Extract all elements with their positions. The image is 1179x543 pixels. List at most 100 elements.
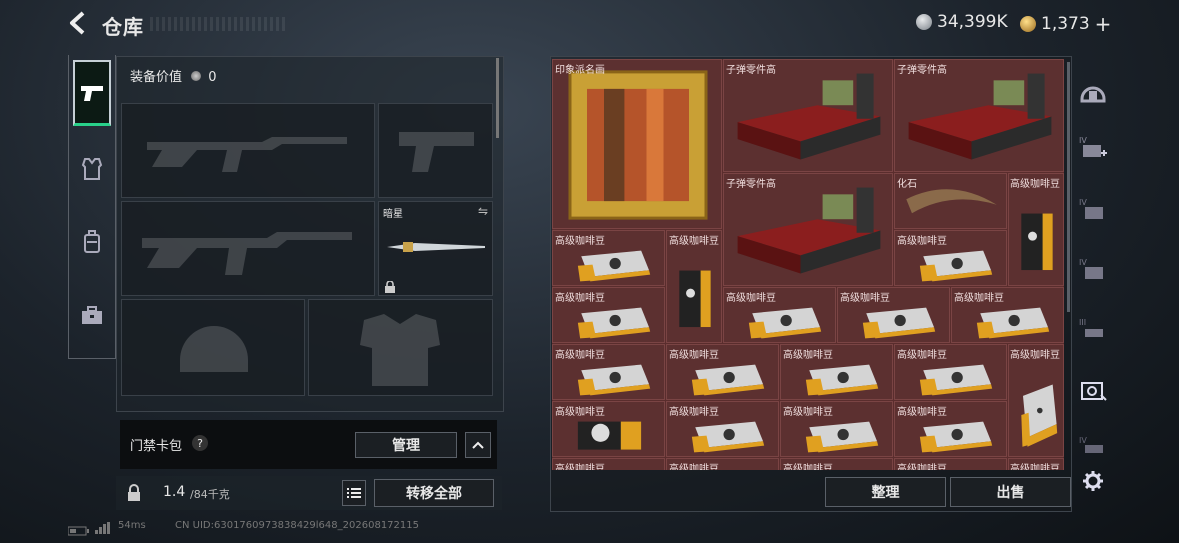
storage-item[interactable]: 高级咖啡豆 xyxy=(894,458,1007,470)
storage-item-name: 化石 xyxy=(897,179,917,190)
storage-item-name: 高级咖啡豆 xyxy=(555,350,605,361)
storage-item-name: 高级咖啡豆 xyxy=(1010,179,1060,190)
storage-item[interactable]: 子弹零件高 xyxy=(723,173,893,286)
armor-slot[interactable] xyxy=(308,299,493,396)
storage-item[interactable]: 高级咖啡豆 xyxy=(894,230,1007,286)
helmet-slot[interactable] xyxy=(121,299,305,396)
storage-item[interactable]: 高级咖啡豆 xyxy=(666,230,722,343)
primary-weapon-slot[interactable] xyxy=(121,103,375,198)
tab-backpack[interactable] xyxy=(73,223,111,261)
transfer-all-button[interactable]: 转移全部 xyxy=(374,479,494,507)
storage-item[interactable]: 高级咖啡豆 xyxy=(552,230,665,286)
rifle-icon xyxy=(142,232,352,275)
manage-button[interactable]: 管理 xyxy=(355,432,457,458)
swap-icon[interactable]: ⇋ xyxy=(478,204,488,218)
expand-button[interactable] xyxy=(465,432,491,458)
storage-item[interactable]: 高级咖啡豆 xyxy=(780,344,893,400)
lock-icon xyxy=(128,484,140,501)
briefcase-icon xyxy=(82,306,102,324)
side-safe-box[interactable] xyxy=(1078,375,1108,405)
loadout-scrollbar[interactable] xyxy=(496,58,499,138)
list-view-button[interactable] xyxy=(342,480,366,506)
gold-coin-icon xyxy=(1020,16,1036,32)
silver-coin-icon xyxy=(191,71,202,81)
storage-item[interactable]: 高级咖啡豆 xyxy=(894,344,1007,400)
storage-item[interactable]: 高级咖啡豆 xyxy=(1008,173,1064,286)
storage-item[interactable]: 高级咖啡豆 xyxy=(780,458,893,470)
safe-box-icon xyxy=(1081,382,1107,401)
settings-button[interactable] xyxy=(1078,466,1108,496)
ammo-parts-icon xyxy=(908,73,1052,160)
storage-item[interactable]: 高级咖啡豆 xyxy=(1008,344,1064,457)
storage-item-name: 子弹零件高 xyxy=(726,65,776,76)
storage-item[interactable]: 印象派名画 xyxy=(552,59,722,229)
storage-item[interactable]: 高级咖啡豆 xyxy=(951,287,1064,343)
storage-item[interactable]: 高级咖啡豆 xyxy=(666,401,779,457)
storage-item-name: 高级咖啡豆 xyxy=(555,293,605,304)
back-arrow-icon[interactable] xyxy=(66,10,92,36)
storage-item[interactable]: 高级咖啡豆 xyxy=(894,401,1007,457)
rifle-icon xyxy=(147,137,347,172)
storage-item-name: 高级咖啡豆 xyxy=(1010,350,1060,361)
signal-icon xyxy=(95,519,111,538)
help-icon[interactable]: ? xyxy=(192,435,208,451)
storage-item-name: 高级咖啡豆 xyxy=(897,407,947,418)
storage-item-name: 子弹零件高 xyxy=(897,65,947,76)
armor-vest-icon xyxy=(360,314,440,386)
storage-item[interactable]: 高级咖啡豆 xyxy=(837,287,950,343)
sort-button[interactable]: 整理 xyxy=(825,477,946,507)
gear-value-label: 装备价值 xyxy=(130,70,183,85)
side-backpack-add[interactable]: IV xyxy=(1078,133,1108,163)
helmet-icon xyxy=(180,326,248,372)
storage-item-name: 印象派名画 xyxy=(555,65,605,76)
backpack-iv-icon: IV xyxy=(1079,198,1103,219)
settings-gear-icon xyxy=(1083,471,1103,491)
coffee-box-icon xyxy=(1021,384,1058,447)
tab-weapons[interactable] xyxy=(73,60,111,126)
storage-item[interactable]: 高级咖啡豆 xyxy=(723,287,836,343)
side-backpack-4[interactable]: IV xyxy=(1078,433,1108,463)
storage-item[interactable]: 高级咖啡豆 xyxy=(552,401,665,457)
side-backpack-1[interactable]: IV xyxy=(1078,195,1108,225)
backpack-iv-icon: IV xyxy=(1079,258,1103,279)
storage-item-name: 高级咖啡豆 xyxy=(897,464,947,470)
storage-item[interactable]: 子弹零件高 xyxy=(894,59,1064,172)
side-backpack-2[interactable]: IV xyxy=(1078,255,1108,285)
chevron-up-icon xyxy=(472,441,484,449)
storage-item[interactable]: 化石 xyxy=(894,173,1007,229)
storage-item-name: 高级咖啡豆 xyxy=(897,350,947,361)
storage-item[interactable]: 子弹零件高 xyxy=(723,59,893,172)
secondary-weapon-slot[interactable] xyxy=(121,201,375,296)
storage-item[interactable]: 高级咖啡豆 xyxy=(1008,458,1064,470)
gear-value: 装备价值 0 xyxy=(130,66,217,85)
ammo-parts-icon xyxy=(737,187,881,274)
storage-item-name: 高级咖啡豆 xyxy=(783,407,833,418)
gold-currency[interactable]: 1,373 + xyxy=(1020,12,1111,36)
add-gold-button[interactable]: + xyxy=(1095,12,1112,36)
weight-current: 1.4 xyxy=(163,484,186,500)
painting-icon xyxy=(568,70,708,220)
storage-item[interactable]: 高级咖啡豆 xyxy=(666,344,779,400)
storage-item-name: 高级咖啡豆 xyxy=(669,464,719,470)
coffee-bag-icon xyxy=(679,270,711,328)
ping-text: 54ms xyxy=(118,520,146,531)
storage-item[interactable]: 高级咖啡豆 xyxy=(552,344,665,400)
svg-text:IV: IV xyxy=(1079,258,1087,267)
side-helmet[interactable] xyxy=(1078,76,1108,106)
melee-slot[interactable]: 暗星 ⇋ xyxy=(378,201,493,296)
storage-scrollbar[interactable] xyxy=(1067,62,1070,312)
pistol-slot[interactable] xyxy=(378,103,493,198)
storage-item[interactable]: 高级咖啡豆 xyxy=(552,458,665,470)
ammo-parts-icon xyxy=(737,73,881,160)
silver-coin-icon xyxy=(916,14,932,30)
side-backpack-3[interactable]: III xyxy=(1078,315,1108,345)
sell-button[interactable]: 出售 xyxy=(950,477,1071,507)
tab-armor[interactable] xyxy=(73,150,111,188)
gold-amount: 1,373 xyxy=(1041,14,1090,34)
capacity-bar: 1.4 /84千克 转移全部 xyxy=(116,476,502,510)
storage-item[interactable]: 高级咖啡豆 xyxy=(666,458,779,470)
storage-item[interactable]: 高级咖啡豆 xyxy=(552,287,665,343)
storage-item-name: 高级咖啡豆 xyxy=(783,350,833,361)
tab-case[interactable] xyxy=(73,297,111,335)
storage-item[interactable]: 高级咖啡豆 xyxy=(780,401,893,457)
